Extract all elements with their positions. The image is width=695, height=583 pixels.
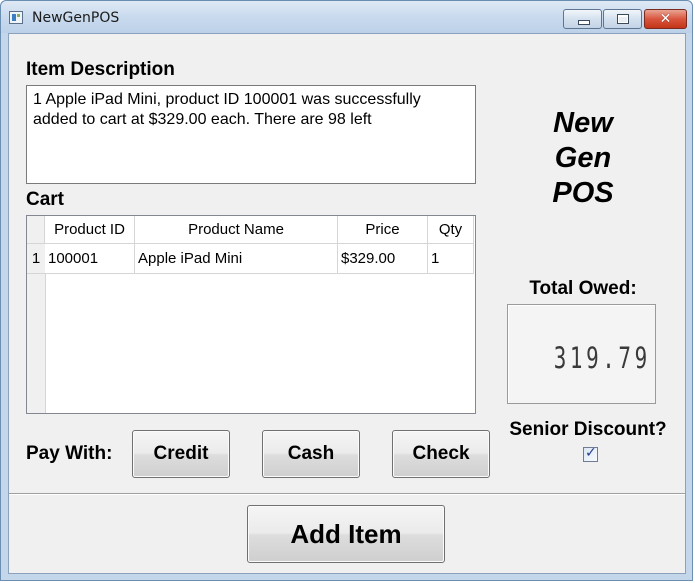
senior-discount-label: Senior Discount?: [509, 419, 667, 440]
column-header-qty[interactable]: Qty: [428, 216, 474, 244]
column-header-product-name[interactable]: Product Name: [135, 216, 338, 244]
brand-line-2: Gen: [554, 142, 612, 174]
window-title: NewGenPOS: [32, 10, 120, 26]
title-bar[interactable]: NewGenPOS ✕: [1, 1, 692, 33]
total-owed-display: 319.79: [507, 304, 656, 404]
brand-line-1: New: [553, 107, 613, 139]
cash-button[interactable]: Cash: [262, 430, 360, 478]
main-panel: Item Description 1 Apple iPad Mini, prod…: [8, 33, 686, 574]
pay-with-label: Pay With:: [26, 443, 113, 464]
total-owed-label: Total Owed:: [529, 278, 637, 299]
close-icon: ✕: [659, 11, 672, 27]
grid-corner: [27, 216, 45, 244]
cart-grid[interactable]: Product ID Product Name Price Qty 1 1000…: [26, 215, 476, 414]
close-button[interactable]: ✕: [644, 9, 687, 29]
cell-price[interactable]: $329.00: [338, 244, 428, 274]
row-number[interactable]: 1: [27, 244, 45, 274]
brand-line-3: POS: [552, 177, 614, 209]
app-window: NewGenPOS ✕ Item Description 1 Apple iPa…: [0, 0, 693, 581]
credit-button[interactable]: Credit: [132, 430, 230, 478]
total-owed-value: 319.79: [553, 341, 651, 375]
checkmark-icon: ✓: [585, 445, 597, 461]
check-button[interactable]: Check: [392, 430, 490, 478]
minimize-button[interactable]: [563, 9, 602, 29]
column-header-price[interactable]: Price: [338, 216, 428, 244]
cell-product-id[interactable]: 100001: [45, 244, 135, 274]
app-icon: [9, 11, 23, 24]
column-header-product-id[interactable]: Product ID: [45, 216, 135, 244]
cell-qty[interactable]: 1: [428, 244, 474, 274]
minimize-icon: [578, 20, 590, 25]
cell-product-name[interactable]: Apple iPad Mini: [135, 244, 338, 274]
add-item-button[interactable]: Add Item: [247, 505, 445, 563]
maximize-icon: [617, 14, 629, 24]
item-description-label: Item Description: [26, 59, 175, 80]
divider: [9, 493, 685, 495]
maximize-button[interactable]: [603, 9, 642, 29]
senior-discount-checkbox[interactable]: ✓: [583, 445, 598, 462]
brand-logo-text: New Gen POS: [509, 106, 657, 211]
cart-label: Cart: [26, 189, 65, 210]
item-description-box[interactable]: 1 Apple iPad Mini, product ID 100001 was…: [26, 85, 476, 184]
